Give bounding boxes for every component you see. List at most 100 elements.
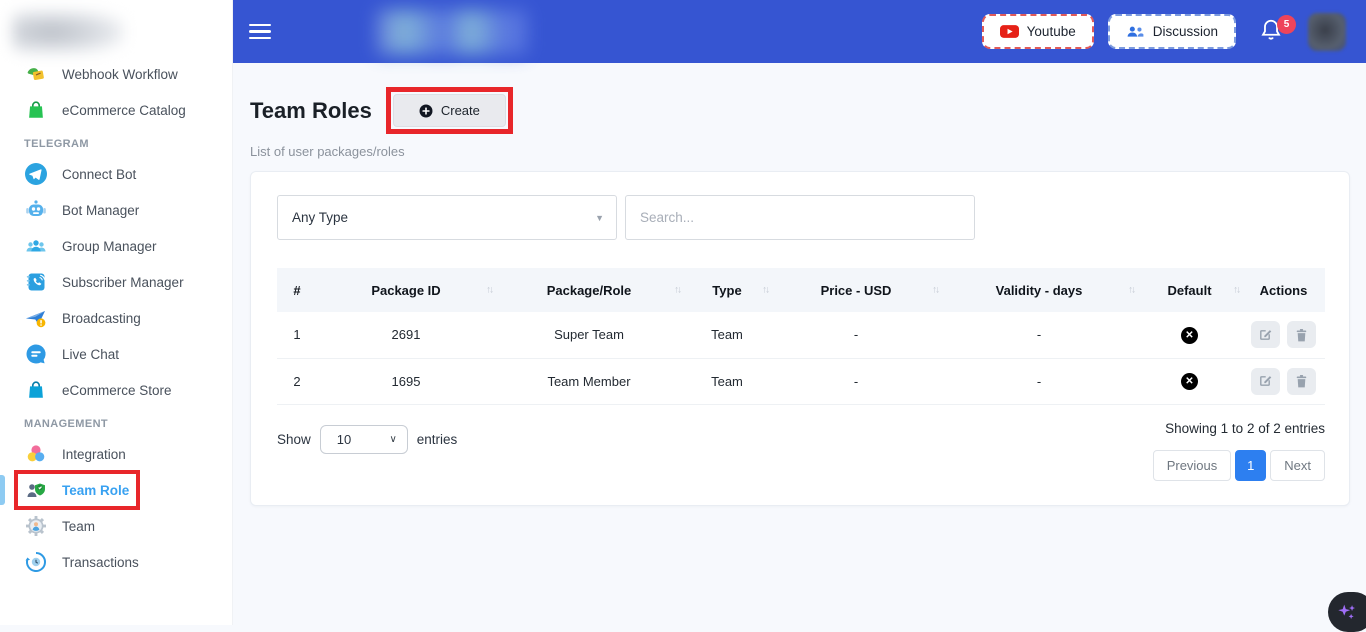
user-avatar[interactable] — [1308, 13, 1346, 51]
sidebar-item-connect-bot[interactable]: Connect Bot — [0, 156, 232, 192]
type-filter-select[interactable]: Any Type ▼ — [277, 195, 617, 240]
ai-assistant-button[interactable] — [1328, 592, 1366, 632]
search-input[interactable] — [625, 195, 975, 240]
table-header-row: # Package ID↑↓ Package/Role↑↓ Type↑↓ Pri… — [277, 268, 1325, 312]
cell-index: 2 — [277, 358, 317, 404]
page-size-value: 10 — [337, 432, 351, 447]
type-filter-value: Any Type — [292, 210, 348, 225]
robot-icon — [24, 198, 48, 222]
sort-icon[interactable]: ↑↓ — [486, 285, 492, 296]
sidebar-section-management: MANAGEMENT — [0, 408, 232, 436]
hamburger-menu-icon[interactable] — [249, 20, 271, 44]
column-header-default[interactable]: Default↑↓ — [1137, 268, 1242, 312]
sort-icon[interactable]: ↑↓ — [932, 285, 938, 296]
sidebar: Webhook Workflow eCommerce Catalog TELEG… — [0, 0, 233, 625]
sort-icon[interactable]: ↑↓ — [674, 285, 680, 296]
times-circle-icon: ✕ — [1181, 373, 1198, 390]
cell-price: - — [771, 312, 941, 358]
sidebar-item-team[interactable]: Team — [0, 508, 232, 544]
sidebar-item-transactions[interactable]: Transactions — [0, 544, 232, 580]
shopping-bag-green-icon — [24, 98, 48, 122]
table-row: 2 1695 Team Member Team - - ✕ — [277, 358, 1325, 404]
delete-button[interactable] — [1287, 368, 1316, 395]
shopping-bag-blue-icon — [24, 378, 48, 402]
notifications-bell-button[interactable]: 5 — [1258, 17, 1288, 47]
discussion-button[interactable]: Discussion — [1108, 14, 1236, 49]
header-actions: Youtube Discussion 5 — [982, 13, 1366, 51]
create-button-label: Create — [441, 103, 480, 118]
cell-price: - — [771, 358, 941, 404]
cell-default: ✕ — [1137, 358, 1242, 404]
cell-validity: - — [941, 312, 1137, 358]
sidebar-item-team-role[interactable]: Team Role — [0, 472, 232, 508]
column-header-type[interactable]: Type↑↓ — [683, 268, 771, 312]
sidebar-item-integration[interactable]: Integration — [0, 436, 232, 472]
plus-circle-icon — [419, 104, 433, 118]
sidebar-item-label: Team — [62, 519, 95, 534]
chevron-down-icon: ▼ — [595, 213, 604, 223]
sidebar-item-label: Connect Bot — [62, 167, 136, 182]
group-people-icon — [24, 234, 48, 258]
annotation-box-create: Create — [386, 87, 513, 134]
column-header-validity[interactable]: Validity - days↑↓ — [941, 268, 1137, 312]
cell-default: ✕ — [1137, 312, 1242, 358]
cell-validity: - — [941, 358, 1137, 404]
cell-type: Team — [683, 358, 771, 404]
cell-package-id: 1695 — [317, 358, 495, 404]
sidebar-item-group-manager[interactable]: Group Manager — [0, 228, 232, 264]
trash-icon — [1295, 374, 1308, 388]
times-circle-icon: ✕ — [1181, 327, 1198, 344]
sidebar-item-subscriber-manager[interactable]: Subscriber Manager — [0, 264, 232, 300]
team-roles-table: # Package ID↑↓ Package/Role↑↓ Type↑↓ Pri… — [277, 268, 1325, 405]
showing-entries-text: Showing 1 to 2 of 2 entries — [1165, 421, 1325, 436]
discussion-button-label: Discussion — [1153, 24, 1218, 39]
column-header-package-role[interactable]: Package/Role↑↓ — [495, 268, 683, 312]
team-gear-person-icon — [24, 514, 48, 538]
delete-button[interactable] — [1287, 321, 1316, 348]
sidebar-item-ecommerce-store[interactable]: eCommerce Store — [0, 372, 232, 408]
sidebar-item-live-chat[interactable]: Live Chat — [0, 336, 232, 372]
sparkles-icon — [1336, 601, 1358, 623]
webhook-workflow-icon — [24, 62, 48, 86]
edit-button[interactable] — [1251, 321, 1280, 348]
main-content: Team Roles Create List of user packages/… — [233, 63, 1366, 625]
integration-circles-icon — [24, 442, 48, 466]
column-header-price[interactable]: Price - USD↑↓ — [771, 268, 941, 312]
sidebar-item-label: Subscriber Manager — [62, 275, 184, 290]
cell-package-role: Super Team — [495, 312, 683, 358]
notification-count-badge: 5 — [1277, 15, 1296, 34]
top-header-bar: Youtube Discussion 5 — [233, 0, 1366, 63]
sidebar-item-broadcasting[interactable]: Broadcasting — [0, 300, 232, 336]
page-size-select[interactable]: 10 ∨ — [320, 425, 408, 454]
cell-actions — [1242, 312, 1325, 358]
youtube-icon — [1000, 24, 1019, 39]
next-page-button[interactable]: Next — [1270, 450, 1325, 481]
create-button[interactable]: Create — [393, 94, 506, 127]
team-roles-card: Any Type ▼ # Package ID↑↓ Package/Role↑↓… — [250, 171, 1350, 506]
sort-icon[interactable]: ↑↓ — [1233, 285, 1239, 296]
sidebar-section-telegram: TELEGRAM — [0, 128, 232, 156]
edit-icon — [1258, 328, 1272, 342]
sort-icon[interactable]: ↑↓ — [1128, 285, 1134, 296]
sidebar-item-ecommerce-catalog[interactable]: eCommerce Catalog — [0, 92, 232, 128]
sidebar-item-label: Integration — [62, 447, 126, 462]
chevron-down-icon: ∨ — [389, 434, 396, 445]
sidebar-item-bot-manager[interactable]: Bot Manager — [0, 192, 232, 228]
column-header-actions: Actions — [1242, 268, 1325, 312]
column-header-package-id[interactable]: Package ID↑↓ — [317, 268, 495, 312]
youtube-button-label: Youtube — [1027, 24, 1076, 39]
cell-package-id: 2691 — [317, 312, 495, 358]
column-header-index: # — [277, 268, 317, 312]
sidebar-logo-blurred — [12, 10, 124, 54]
sidebar-item-webhook-workflow[interactable]: Webhook Workflow — [0, 56, 232, 92]
edit-button[interactable] — [1251, 368, 1280, 395]
cell-actions — [1242, 358, 1325, 404]
current-page-button[interactable]: 1 — [1235, 450, 1266, 481]
entries-label: entries — [417, 432, 458, 447]
header-logo-blurred — [377, 10, 527, 54]
previous-page-button[interactable]: Previous — [1153, 450, 1232, 481]
sort-icon[interactable]: ↑↓ — [762, 285, 768, 296]
page-subtitle: List of user packages/roles — [250, 144, 1350, 159]
youtube-button[interactable]: Youtube — [982, 14, 1094, 49]
trash-icon — [1295, 328, 1308, 342]
